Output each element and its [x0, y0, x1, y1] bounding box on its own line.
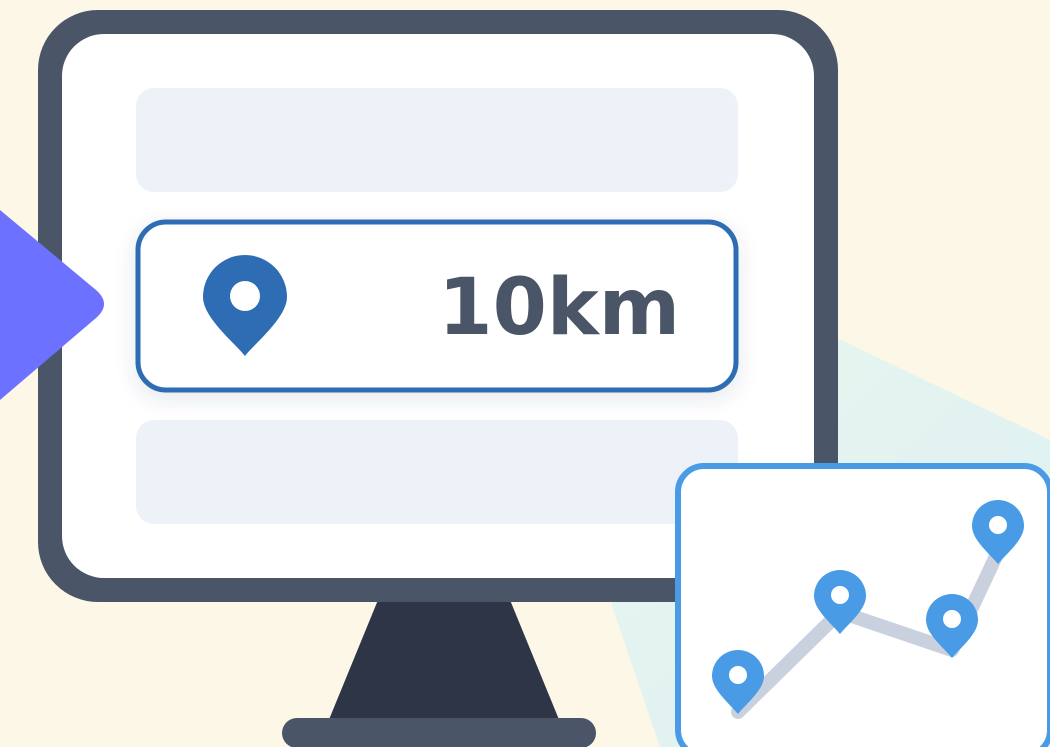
- distance-value: 10km: [438, 263, 680, 353]
- placeholder-row-top: [136, 88, 738, 192]
- placeholder-row-bottom: [136, 420, 738, 524]
- illustration: 10km: [0, 10, 1050, 747]
- monitor-base: [282, 718, 596, 747]
- monitor-neck: [328, 600, 560, 722]
